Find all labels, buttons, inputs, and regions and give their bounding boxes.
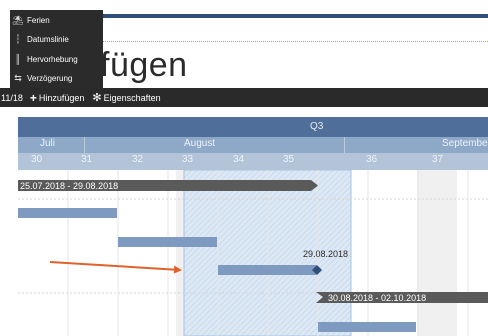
arrow-icon — [49, 261, 182, 274]
annotation-arrow — [49, 261, 182, 274]
